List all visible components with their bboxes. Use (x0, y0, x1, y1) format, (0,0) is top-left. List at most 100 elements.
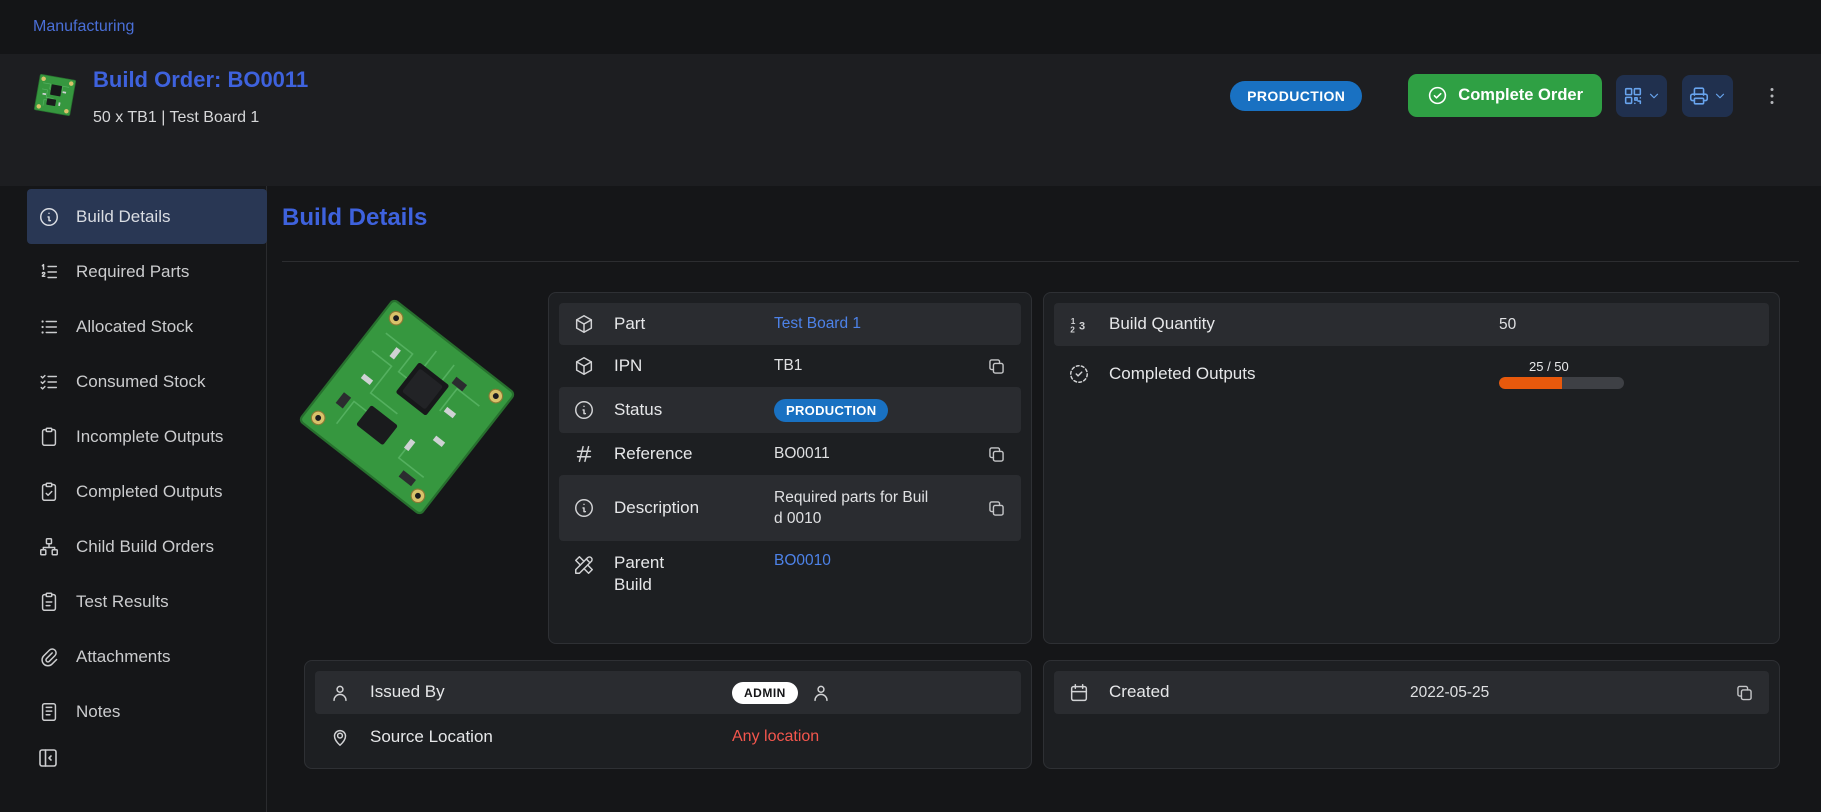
sidebar-item-label: Attachments (76, 647, 171, 667)
sidebar-item-child-build-orders[interactable]: Child Build Orders (27, 519, 267, 574)
completed-outputs-label: Completed Outputs (1109, 363, 1269, 385)
detail-row-part: Part Test Board 1 (559, 303, 1021, 345)
status-value-badge: PRODUCTION (774, 399, 888, 422)
check-circle-icon (1427, 85, 1448, 106)
sidebar-item-label: Required Parts (76, 262, 189, 282)
row-source-location: Source Location Any location (315, 714, 1021, 760)
part-image[interactable] (294, 294, 520, 520)
admin-badge: ADMIN (732, 682, 798, 704)
sidebar-item-label: Consumed Stock (76, 372, 205, 392)
hash-icon (573, 443, 597, 465)
box-icon (573, 355, 597, 377)
box-icon (573, 313, 597, 335)
heading-divider (282, 261, 1799, 262)
main-content: Build Details (267, 186, 1821, 812)
page-subtitle: 50 x TB1 | Test Board 1 (93, 109, 308, 127)
row-issued-by: Issued By ADMIN (315, 671, 1021, 714)
issued-by-label: Issued By (370, 681, 530, 703)
svg-text:2: 2 (1070, 325, 1075, 334)
row-build-quantity: 123 Build Quantity 50 (1054, 303, 1769, 346)
print-actions-button[interactable] (1682, 75, 1733, 117)
detail-row-description: Description Required parts for Build 001… (559, 475, 1021, 541)
list-icon (38, 316, 60, 338)
created-panel: Created 2022-05-25 (1043, 660, 1780, 769)
copy-icon[interactable] (986, 356, 1007, 377)
created-value: 2022-05-25 (1410, 684, 1489, 702)
copy-icon[interactable] (986, 498, 1007, 519)
section-heading: Build Details (282, 204, 427, 232)
build-quantities-panel: 123 Build Quantity 50 Completed Outputs … (1043, 292, 1780, 644)
sidebar-item-consumed-stock[interactable]: Consumed Stock (27, 354, 267, 409)
part-link[interactable]: Test Board 1 (774, 315, 861, 333)
user-icon (810, 682, 834, 704)
clipboard-check-icon (38, 481, 60, 503)
sidebar-item-label: Notes (76, 702, 120, 722)
body-row: Build Details Required Parts Allocated S… (0, 186, 1821, 812)
header-actions: PRODUCTION Complete Order (1230, 74, 1788, 117)
detail-row-ipn: IPN TB1 (559, 345, 1021, 387)
sidebar-item-label: Completed Outputs (76, 482, 222, 502)
dots-vertical-icon (1760, 84, 1784, 108)
info-circle-icon (573, 399, 597, 421)
progress-label: 25 / 50 (1529, 359, 1624, 374)
description-label: Description (614, 497, 774, 519)
svg-text:3: 3 (1079, 320, 1085, 332)
numbers-123-icon: 123 (1068, 314, 1092, 336)
more-options-button[interactable] (1756, 80, 1788, 112)
created-label: Created (1109, 681, 1269, 703)
build-order-header: Build Order: BO0011 50 x TB1 | Test Boar… (0, 54, 1821, 186)
sidebar-item-build-details[interactable]: Build Details (27, 189, 267, 244)
ipn-label: IPN (614, 355, 774, 377)
detail-row-reference: Reference BO0011 (559, 433, 1021, 475)
chevron-down-icon (1647, 89, 1661, 103)
sidebar-item-label: Child Build Orders (76, 537, 214, 557)
progress-fill (1499, 377, 1562, 389)
reference-value: BO0011 (774, 445, 830, 463)
complete-order-button[interactable]: Complete Order (1408, 74, 1602, 117)
sidebar-item-required-parts[interactable]: Required Parts (27, 244, 267, 299)
sidebar-item-label: Test Results (76, 592, 169, 612)
sidebar-item-attachments[interactable]: Attachments (27, 629, 267, 684)
list-check-icon (38, 371, 60, 393)
page-title: Build Order: BO0011 (93, 66, 308, 94)
status-badge: PRODUCTION (1230, 81, 1362, 111)
part-label: Part (614, 313, 774, 335)
sidebar-item-notes[interactable]: Notes (27, 684, 267, 739)
build-order-thumbnail[interactable] (30, 70, 80, 120)
user-icon (329, 682, 353, 704)
pcb-image (294, 294, 520, 520)
breadcrumb: Manufacturing (0, 0, 1821, 54)
clipboard-icon (38, 426, 60, 448)
sidebar-item-allocated-stock[interactable]: Allocated Stock (27, 299, 267, 354)
parent-build-link[interactable]: BO0010 (774, 552, 831, 570)
sidebar-item-label: Build Details (76, 207, 171, 227)
info-circle-icon (573, 497, 597, 519)
issued-by-value-area: ADMIN (732, 682, 834, 704)
sidebar: Build Details Required Parts Allocated S… (0, 186, 267, 812)
detail-row-parent-build: Parent Build BO0010 (559, 541, 1021, 623)
complete-order-label: Complete Order (1458, 86, 1583, 105)
calendar-icon (1068, 682, 1092, 704)
sidebar-item-test-results[interactable]: Test Results (27, 574, 267, 629)
collapse-sidebar-button[interactable] (36, 746, 60, 770)
sidebar-item-label: Allocated Stock (76, 317, 193, 337)
copy-icon[interactable] (986, 444, 1007, 465)
copy-icon[interactable] (1734, 682, 1755, 703)
completed-outputs-progress: 25 / 50 (1499, 359, 1624, 389)
barcode-actions-button[interactable] (1616, 75, 1667, 117)
row-completed-outputs: Completed Outputs 25 / 50 (1054, 346, 1769, 402)
printer-icon (1688, 85, 1710, 107)
row-created: Created 2022-05-25 (1054, 671, 1769, 714)
chevron-down-icon (1713, 89, 1727, 103)
sitemap-icon (38, 536, 60, 558)
progress-bar (1499, 377, 1624, 389)
pcb-thumbnail-image (30, 70, 80, 120)
sidebar-item-incomplete-outputs[interactable]: Incomplete Outputs (27, 409, 267, 464)
sidebar-item-completed-outputs[interactable]: Completed Outputs (27, 464, 267, 519)
breadcrumb-manufacturing[interactable]: Manufacturing (33, 18, 134, 36)
description-value: Required parts for Build 0010 (774, 487, 934, 530)
notes-icon (38, 701, 60, 723)
parent-build-label: Parent Build (614, 552, 774, 596)
source-location-value: Any location (732, 728, 819, 746)
build-quantity-value: 50 (1499, 316, 1516, 334)
